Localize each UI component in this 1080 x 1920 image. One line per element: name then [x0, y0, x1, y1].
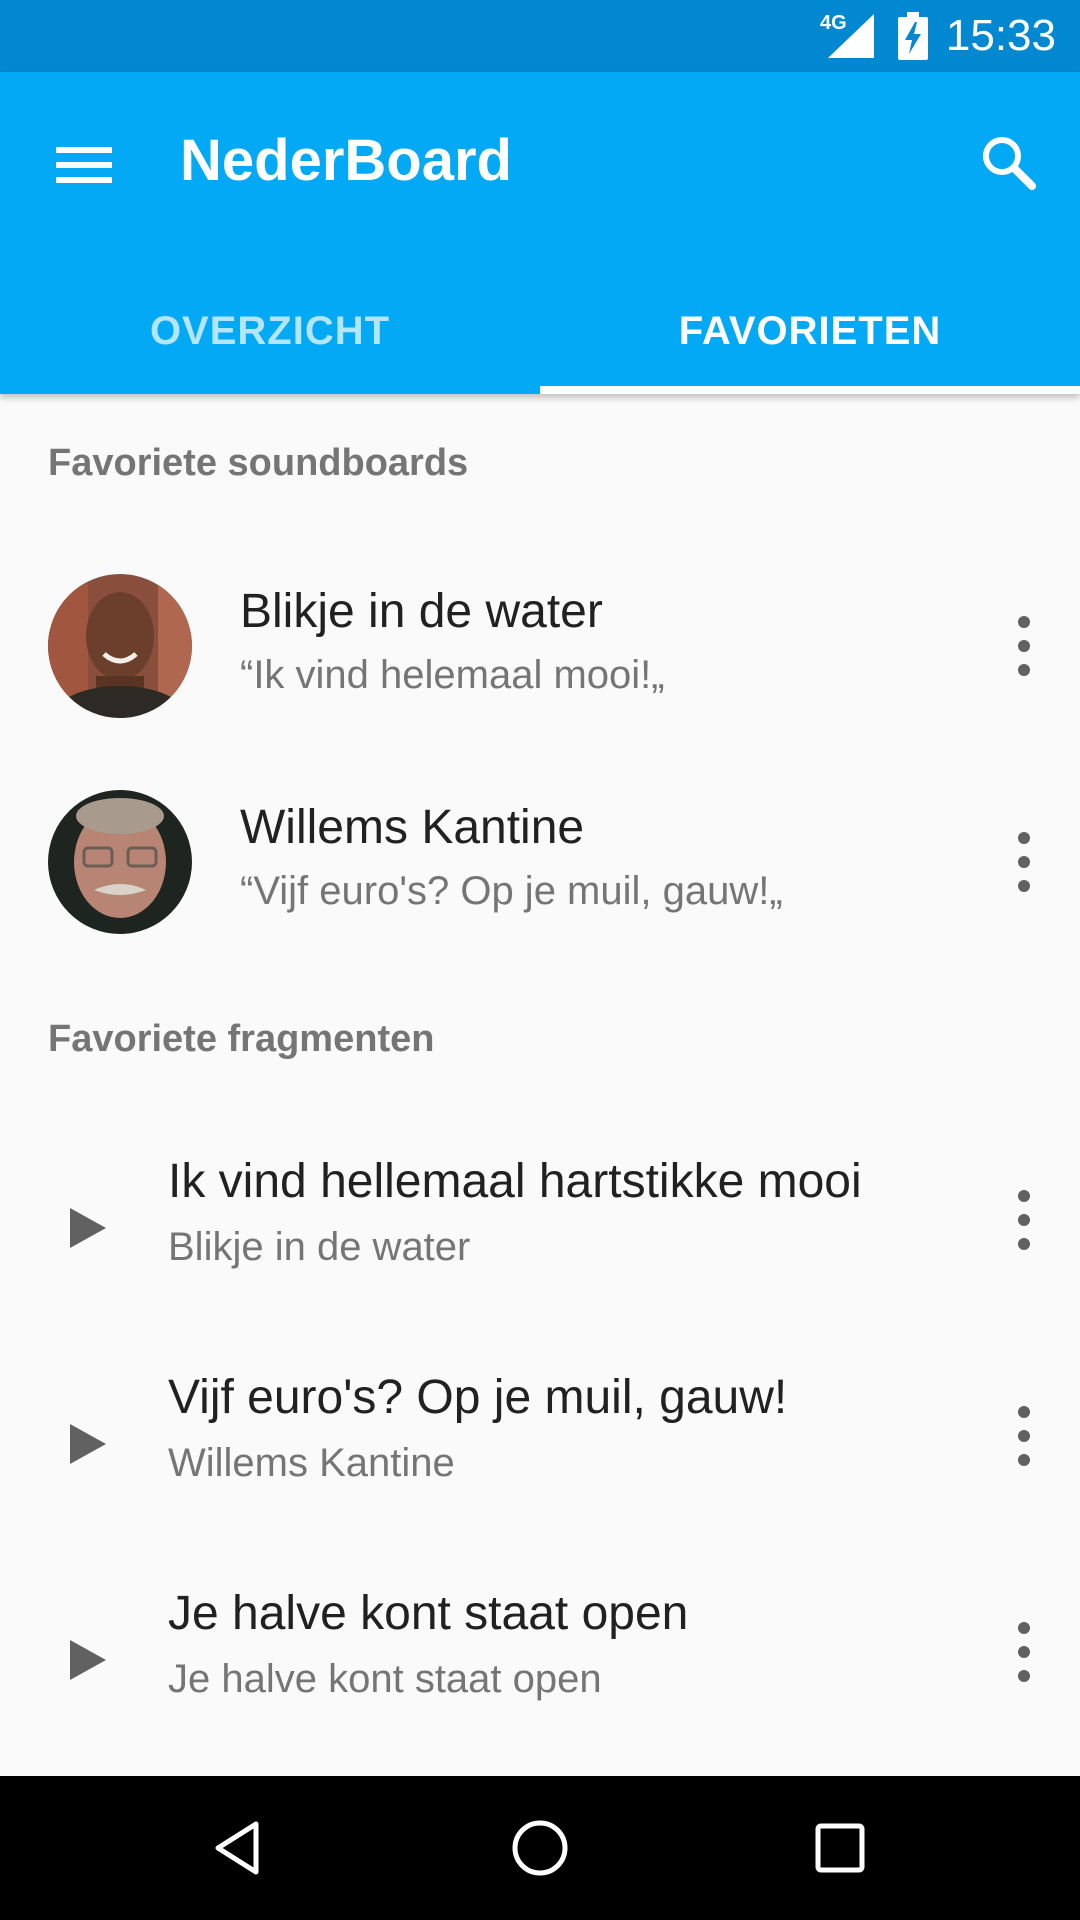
menu-icon[interactable] [44, 125, 124, 205]
soundboard-title: Willems Kantine [240, 801, 585, 854]
fragment-board: Je halve kont staat open [168, 1657, 602, 1701]
more-vert-icon[interactable] [992, 1604, 1056, 1700]
avatar [48, 574, 192, 718]
more-vert-icon[interactable] [992, 598, 1056, 694]
fragment-title: Ik vind hellemaal hartstikke mooi [168, 1155, 862, 1208]
soundboard-quote: “Ik vind helemaal mooi!„ [240, 653, 665, 697]
more-vert-icon[interactable] [992, 814, 1056, 910]
section-header-fragments: Favoriete fragmenten [48, 1018, 435, 1060]
section-header-soundboards: Favoriete soundboards [48, 442, 469, 484]
fragment-board: Willems Kantine [168, 1441, 455, 1485]
play-icon[interactable] [48, 1188, 128, 1268]
app-bar: NederBoard OVERZICHT FAVORIETEN [0, 72, 1080, 394]
avatar [48, 790, 192, 934]
soundboard-row[interactable]: Blikje in de water “Ik vind helemaal moo… [0, 538, 1080, 754]
fragment-row[interactable]: Ik vind hellemaal hartstikke mooi Blikje… [0, 1112, 1080, 1328]
search-icon[interactable] [968, 122, 1048, 202]
more-vert-icon[interactable] [992, 1172, 1056, 1268]
tab-overzicht[interactable]: OVERZICHT [0, 268, 540, 394]
soundboard-quote: “Vijf euro's? Op je muil, gauw!„ [240, 869, 783, 913]
play-icon[interactable] [48, 1620, 128, 1700]
soundboard-title: Blikje in de water [240, 585, 603, 638]
fragment-title: Vijf euro's? Op je muil, gauw! [168, 1371, 788, 1424]
back-icon[interactable] [200, 1808, 280, 1888]
home-icon[interactable] [500, 1808, 580, 1888]
more-vert-icon[interactable] [992, 1388, 1056, 1484]
status-bar: 4G 15:33 [0, 0, 1080, 72]
fragment-title: Je halve kont staat open [168, 1587, 689, 1640]
tab-indicator [540, 386, 1080, 394]
app-title: NederBoard [180, 128, 512, 193]
fragment-row[interactable]: Je halve kont staat open Je halve kont s… [0, 1544, 1080, 1760]
fragment-board: Blikje in de water [168, 1225, 471, 1269]
soundboard-row[interactable]: Willems Kantine “Vijf euro's? Op je muil… [0, 754, 1080, 970]
recents-icon[interactable] [800, 1808, 880, 1888]
tab-favorieten[interactable]: FAVORIETEN [540, 268, 1080, 394]
clock: 15:33 [945, 11, 1056, 60]
navigation-bar [0, 1776, 1080, 1920]
battery-icon [898, 12, 928, 60]
play-icon[interactable] [48, 1404, 128, 1484]
fragment-row[interactable]: Vijf euro's? Op je muil, gauw! Willems K… [0, 1328, 1080, 1544]
signal-icon [828, 14, 874, 58]
